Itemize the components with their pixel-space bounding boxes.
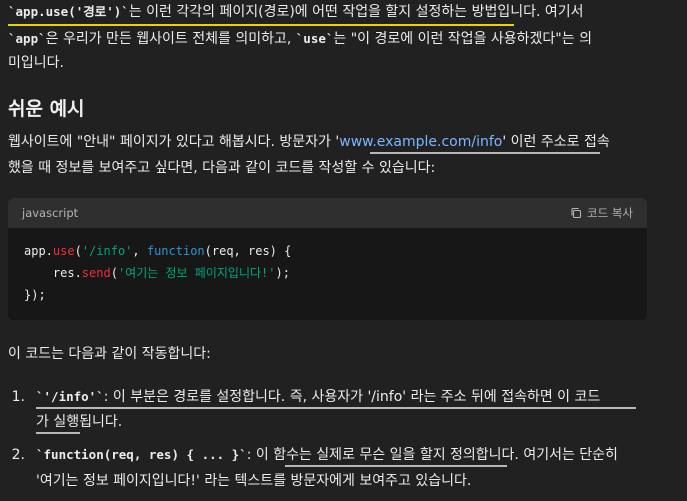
code-line: res.send('여기는 정보 페이지입니다!');	[24, 262, 631, 284]
para-text: 웹사이트에 "안내" 페이지가 있다고 해봅시다. 방문자가 '	[8, 134, 340, 150]
inline-code: `use`	[295, 31, 334, 46]
inline-code: `app.use('경로')`	[8, 4, 129, 19]
list-number: 1.	[11, 389, 25, 405]
code-token: function	[146, 244, 205, 258]
copy-code-button[interactable]: 코드 복사	[570, 205, 633, 221]
highlight-underline	[36, 432, 80, 434]
para-text: ' 이런 주소로 접속	[502, 134, 610, 150]
intro-line-1: `app.use('경로')`는 이런 각각의 페이지(경로)에 어떤 작업을 …	[8, 1, 584, 23]
code-token: (	[74, 244, 82, 258]
code-block: javascript 코드 복사 app.use('/info', functi…	[8, 198, 647, 320]
code-token: );	[275, 266, 290, 280]
list-item-1-line-2: 가 실행됩니다.	[36, 414, 123, 430]
inline-code: `'/info'`	[36, 389, 104, 404]
para-line-1: 웹사이트에 "안내" 페이지가 있다고 해봅시다. 방문자가 'www.exam…	[8, 131, 610, 153]
intro-text: 은 우리가 만든 웹사이트 전체를 의미하고,	[45, 31, 292, 47]
list-item-2-line-1: `function(req, res) { ... }`: 이 함수는 실제로 …	[36, 444, 618, 466]
code-line: app.use('/info', function(req, res) {	[24, 240, 631, 262]
code-token: res.	[24, 266, 82, 280]
highlight-underline	[36, 407, 636, 409]
code-token: (req, res) {	[204, 244, 292, 258]
code-language: javascript	[22, 206, 79, 220]
para-line-2: 했을 때 정보를 보여주고 싶다면, 다음과 같이 코드를 작성할 수 있습니다…	[8, 160, 436, 176]
intro-text: 는 "이 경로에 이런 작업을 사용하겠다"는 의	[333, 31, 592, 47]
code-token: (	[110, 266, 118, 280]
section-heading: 쉬운 예시	[8, 98, 85, 120]
list-text: : 이 함수는 실제로 무슨 일을 할지 정의합니다. 여기서는 단순히	[246, 447, 618, 463]
list-text: : 이 부분은 경로를 설정합니다. 즉, 사용자가 '/info' 라는 주소…	[103, 389, 601, 405]
copy-label: 코드 복사	[587, 206, 633, 220]
code-token: '/info'	[81, 244, 133, 258]
code-token: use	[52, 244, 75, 258]
after-text: 이 코드는 다음과 같이 작동합니다:	[8, 346, 211, 362]
intro-line-3: 미입니다.	[8, 52, 64, 74]
code-line: });	[24, 288, 46, 302]
code-token: ,	[132, 244, 147, 258]
list-item-2-line-2: '여기는 정보 페이지입니다!' 라는 텍스트를 방문자에게 보여주고 있습니다…	[36, 473, 472, 489]
inline-code: `function(req, res) { ... }`	[36, 447, 247, 462]
code-token: send	[81, 266, 111, 280]
highlight-underline	[8, 24, 514, 26]
code-content: app.use('/info', function(req, res) { re…	[8, 228, 647, 318]
highlight-underline	[370, 152, 600, 154]
intro-text: 미입니다.	[8, 55, 64, 71]
list-number: 2.	[11, 447, 25, 463]
code-token: '여기는 정보 페이지입니다!'	[117, 266, 276, 280]
intro-line-2: `app`은 우리가 만든 웹사이트 전체를 의미하고, `use`는 "이 경…	[8, 28, 592, 50]
intro-text: 는 이런 각각의 페이지(경로)에 어떤 작업을 할지 설정하는 방법입니다. …	[128, 4, 584, 20]
highlight-underline	[285, 465, 507, 467]
code-header: javascript 코드 복사	[8, 198, 647, 228]
list-item-1-line-1: `'/info'`: 이 부분은 경로를 설정합니다. 즉, 사용자가 '/in…	[36, 386, 600, 408]
example-link[interactable]: www.example.com/info	[339, 134, 502, 150]
inline-code: `app`	[8, 31, 46, 46]
code-token: app.	[24, 244, 53, 258]
copy-icon	[571, 207, 582, 219]
